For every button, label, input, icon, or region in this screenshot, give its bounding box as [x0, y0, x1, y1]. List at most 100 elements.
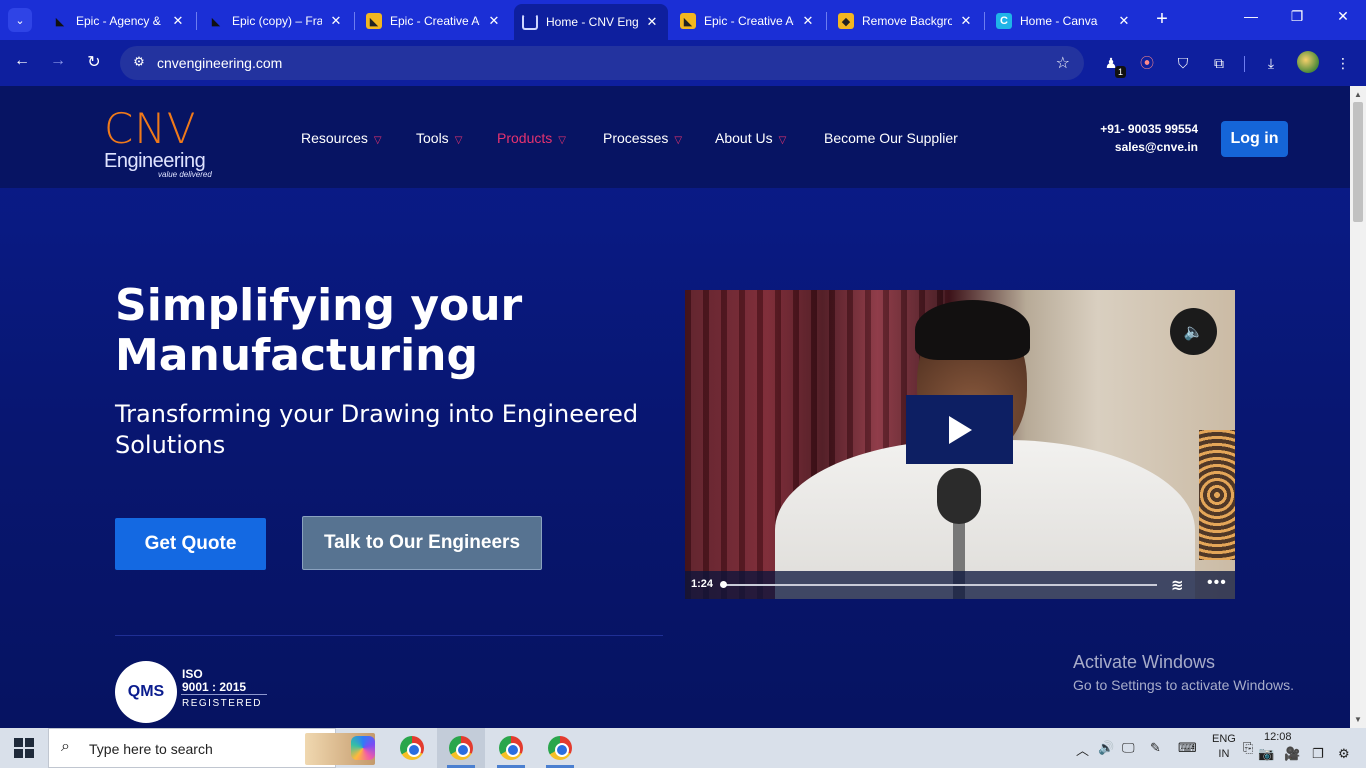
minimize-button[interactable]: — — [1236, 8, 1266, 24]
browser-tab[interactable]: ◣ Epic (copy) – Framer ✕ — [200, 6, 352, 36]
nav-resources[interactable]: Resources ▽ — [301, 130, 382, 146]
profile-avatar[interactable] — [1297, 51, 1319, 73]
browser-tab[interactable]: ◣ Epic - Creative Agency ✕ — [672, 6, 824, 36]
taskbar-chrome[interactable] — [536, 728, 584, 768]
extension-button[interactable]: ⦿ — [1136, 52, 1158, 74]
video-progress-bar[interactable] — [721, 584, 1157, 586]
extension-button[interactable]: ♟ 1 — [1100, 52, 1126, 78]
nav-products[interactable]: Products ▽ — [497, 130, 566, 146]
more-horizontal-icon[interactable]: ••• — [1207, 574, 1227, 592]
browser-tab-active[interactable]: Home - CNV Engineering ✕ — [514, 4, 668, 40]
iso-divider — [181, 694, 267, 695]
clock[interactable]: 12:08 — [1264, 731, 1292, 743]
taskbar-search[interactable]: ⌕ Type here to search — [48, 728, 375, 768]
language-code: ENG — [1212, 733, 1236, 745]
windows-logo-icon — [25, 749, 34, 758]
nav-label: Products — [497, 130, 553, 146]
address-bar[interactable]: ⚙ cnvengineering.com ☆ — [120, 46, 1084, 80]
new-tab-button[interactable]: + — [1152, 8, 1172, 30]
tab-divider — [196, 12, 197, 30]
volume-icon[interactable]: 🔊 — [1098, 740, 1114, 756]
email-address[interactable]: sales@cnve.in — [1100, 138, 1198, 156]
reload-button[interactable]: ↻ — [82, 52, 106, 72]
video-mute-button[interactable]: 🔈 — [1170, 308, 1217, 355]
hero-title-line: Simplifying your — [115, 280, 523, 331]
nav-tools[interactable]: Tools ▽ — [416, 130, 462, 146]
back-button[interactable]: ← — [10, 52, 34, 70]
restore-icon: ❐ — [1290, 8, 1304, 24]
taskbar-chrome[interactable] — [487, 728, 535, 768]
browser-tab[interactable]: ◣ Epic - Creative Agency ✕ — [358, 6, 510, 36]
browser-tab[interactable]: C Home - Canva ✕ — [988, 6, 1140, 36]
phone-number[interactable]: +91- 90035 99554 — [1100, 120, 1198, 138]
watermark-title: Activate Windows — [1073, 652, 1216, 672]
chevron-down-icon: ⌄ — [15, 14, 25, 27]
tab-title: Epic - Creative Agency — [704, 14, 794, 28]
vimeo-logo-icon[interactable]: ≋ — [1171, 576, 1193, 594]
copilot-icon — [351, 736, 375, 760]
taskbar-chrome-active[interactable] — [437, 728, 485, 768]
tab-search-button[interactable]: ⌄ — [8, 8, 32, 32]
close-icon[interactable]: ✕ — [1116, 13, 1132, 29]
taskbar-chrome[interactable] — [388, 728, 436, 768]
page-scrollbar[interactable]: ▲ ▼ — [1350, 86, 1366, 728]
taskbar-copilot[interactable] — [339, 728, 387, 768]
contact-info: +91- 90035 99554 sales@cnve.in — [1100, 120, 1198, 156]
clipboard-icon[interactable]: ⎘ — [1243, 740, 1253, 756]
windows-stack-icon[interactable]: ❐ — [1312, 746, 1324, 762]
close-icon[interactable]: ✕ — [170, 13, 186, 29]
browser-tab[interactable]: ◆ Remove Background ✕ — [830, 6, 982, 36]
pen-icon[interactable]: ✎ — [1150, 740, 1161, 756]
tab-divider — [826, 12, 827, 30]
cnv-logo[interactable]: CNV Engineering value delivered — [104, 104, 224, 182]
nav-label: About Us — [715, 130, 773, 146]
video-camera-icon[interactable]: 🎥 — [1284, 746, 1300, 762]
browser-tab[interactable]: ◣ Epic - Agency & Portfolio ✕ — [44, 6, 194, 36]
close-window-button[interactable]: ✕ — [1328, 8, 1358, 25]
camera-icon[interactable]: 📷 — [1258, 746, 1274, 762]
video-play-button[interactable] — [906, 395, 1013, 464]
login-button[interactable]: Log in — [1221, 121, 1288, 157]
forward-button[interactable]: → — [46, 52, 70, 70]
tab-title: Remove Background — [862, 14, 952, 28]
extensions-menu-button[interactable]: ⧉ — [1208, 52, 1230, 74]
downloads-button[interactable]: ⤓ — [1260, 52, 1282, 74]
scroll-down-icon[interactable]: ▼ — [1354, 715, 1362, 724]
site-settings-icon[interactable]: ⚙ — [130, 54, 148, 72]
network-icon[interactable]: 🖵 — [1122, 740, 1135, 756]
close-icon[interactable]: ✕ — [958, 13, 974, 29]
bookmark-star-icon[interactable]: ☆ — [1056, 53, 1070, 73]
language-indicator[interactable]: ENG IN — [1212, 732, 1236, 762]
browser-menu-button[interactable]: ⋮ — [1332, 52, 1354, 74]
activate-windows-watermark: Activate Windows Go to Settings to activ… — [1073, 652, 1294, 693]
hero-subtitle: Transforming your Drawing into Engineere… — [115, 400, 639, 459]
talk-to-engineers-button[interactable]: Talk to Our Engineers — [302, 516, 542, 570]
address-url[interactable]: cnvengineering.com — [157, 55, 282, 71]
hero-video[interactable]: 🔈 1:24 ≋ ••• — [685, 290, 1235, 599]
video-progress-handle[interactable] — [720, 581, 727, 588]
close-icon[interactable]: ✕ — [644, 14, 660, 30]
hero-title: Simplifying your Manufacturing — [115, 281, 635, 381]
nav-become-supplier[interactable]: Become Our Supplier — [824, 130, 958, 146]
keyboard-icon[interactable]: ⌨ — [1178, 740, 1197, 756]
nav-processes[interactable]: Processes ▽ — [603, 130, 682, 146]
start-button[interactable] — [14, 738, 34, 758]
more-vertical-icon: ⋮ — [1336, 55, 1350, 71]
close-icon[interactable]: ✕ — [486, 13, 502, 29]
extension-button[interactable]: ⛉ — [1172, 52, 1194, 74]
scroll-up-icon[interactable]: ▲ — [1354, 90, 1362, 99]
settings-gear-icon[interactable]: ⚙ — [1338, 746, 1350, 762]
restore-button[interactable]: ❐ — [1282, 8, 1312, 25]
chevron-up-icon[interactable]: ︿ — [1076, 740, 1089, 759]
scroll-thumb[interactable] — [1353, 102, 1363, 222]
close-icon[interactable]: ✕ — [800, 13, 816, 29]
video-microphone — [937, 468, 981, 524]
close-icon[interactable]: ✕ — [328, 13, 344, 29]
qms-badge: QMS — [115, 661, 177, 723]
clock-time: 12:08 — [1264, 731, 1292, 743]
iso-standard: 9001 : 2015 — [182, 680, 247, 694]
video-person-hair — [915, 300, 1030, 360]
play-icon — [948, 415, 972, 444]
nav-about-us[interactable]: About Us ▽ — [715, 130, 786, 146]
get-quote-button[interactable]: Get Quote — [115, 518, 266, 570]
